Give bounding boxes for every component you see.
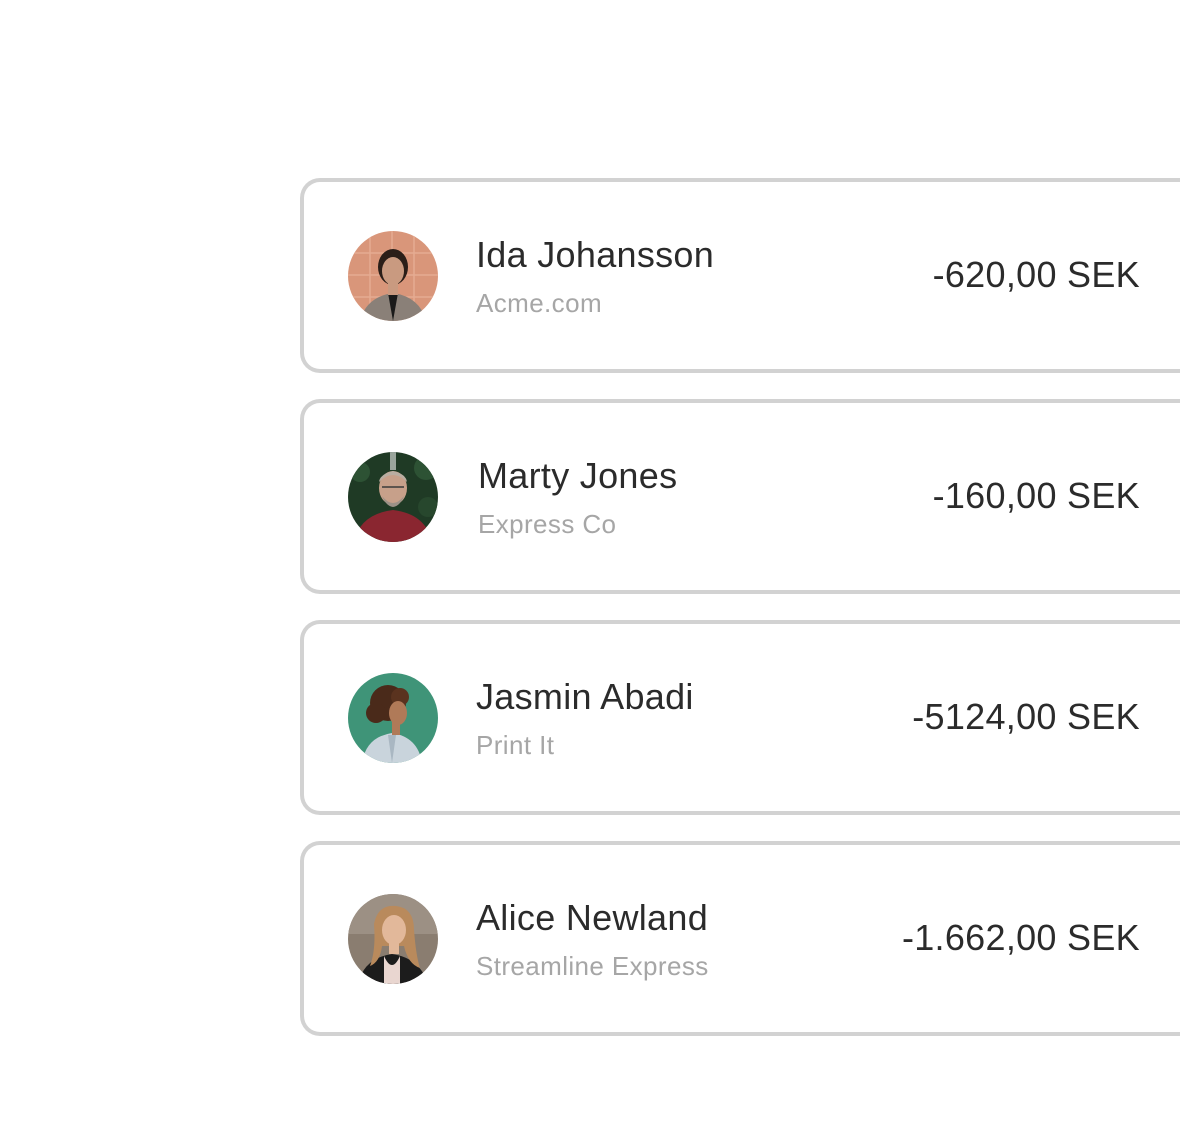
avatar-image [348, 894, 438, 984]
avatar [348, 673, 438, 763]
transaction-amount: -160,00 SEK [932, 475, 1140, 516]
avatar [348, 894, 438, 984]
transaction-card[interactable]: Marty Jones Express Co -160,00 SEK [300, 399, 1180, 594]
contact-name: Marty Jones [478, 455, 678, 496]
transaction-card[interactable]: Alice Newland Streamline Express -1.662,… [300, 841, 1180, 1036]
transaction-amount: -5124,00 SEK [912, 696, 1140, 737]
avatar [348, 231, 438, 321]
contact-name: Ida Johansson [476, 234, 715, 275]
transaction-amount: -1.662,00 SEK [901, 917, 1140, 958]
company-name: Acme.com [476, 288, 603, 318]
contact-name: Jasmin Abadi [476, 676, 694, 717]
contact-name: Alice Newland [476, 897, 709, 938]
company-name: Express Co [478, 509, 617, 539]
avatar-image [348, 452, 438, 542]
company-name: Streamline Express [476, 951, 709, 981]
avatar-image [348, 231, 438, 321]
transaction-card[interactable]: Ida Johansson Acme.com -620,00 SEK [300, 178, 1180, 373]
transaction-card[interactable]: Jasmin Abadi Print It -5124,00 SEK [300, 620, 1180, 815]
transaction-amount: -620,00 SEK [932, 254, 1140, 295]
company-name: Print It [476, 730, 555, 760]
transaction-list: Ida Johansson Acme.com -620,00 SEK Marty… [300, 178, 1180, 1062]
avatar [348, 452, 438, 542]
avatar-image [348, 673, 438, 763]
